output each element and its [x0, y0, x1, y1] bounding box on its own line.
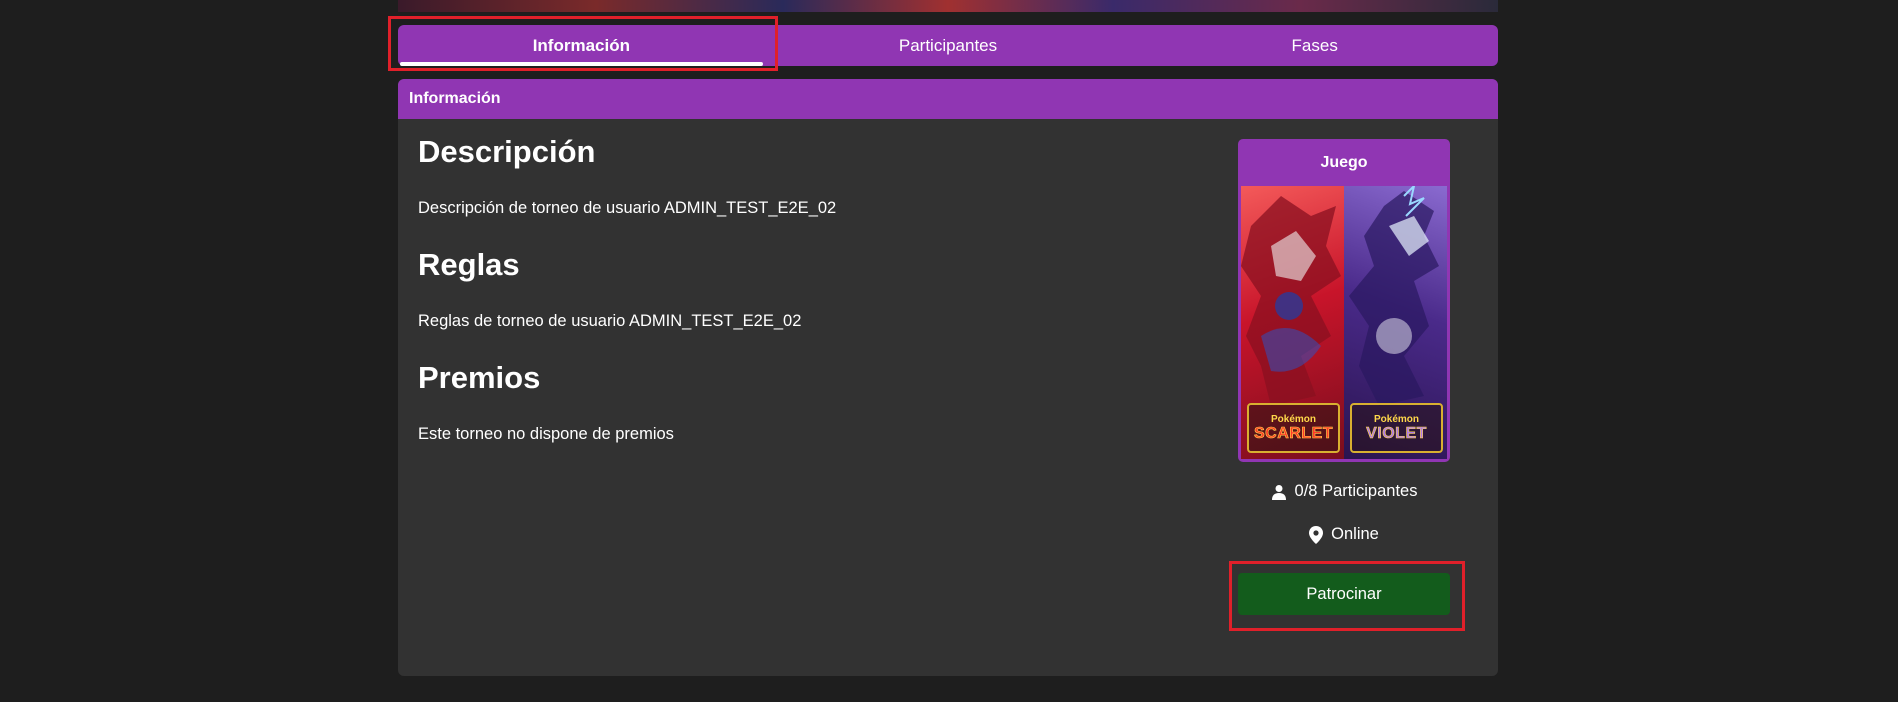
- location-row: Online: [1238, 525, 1450, 544]
- game-card[interactable]: Juego Pokémon SCARLET Pokémon VIOLET: [1238, 139, 1450, 462]
- rules-text: Reglas de torneo de usuario ADMIN_TEST_E…: [418, 312, 802, 330]
- tournament-banner-image: [398, 0, 1498, 12]
- tab-participantes[interactable]: Participantes: [765, 25, 1132, 66]
- prizes-title: Premios: [418, 360, 541, 395]
- location-text: Online: [1331, 525, 1379, 543]
- tab-participantes-label: Participantes: [898, 35, 998, 55]
- panel-header-title: Información: [409, 90, 501, 107]
- cover-violet-half: Pokémon VIOLET: [1344, 186, 1447, 459]
- panel-header: Información: [398, 79, 1498, 119]
- person-icon: [1271, 484, 1286, 500]
- scarlet-logo-title: SCARLET: [1253, 424, 1334, 442]
- violet-logo-title: VIOLET: [1366, 424, 1427, 442]
- game-card-title: Juego: [1320, 153, 1368, 171]
- scarlet-logo: Pokémon SCARLET: [1247, 403, 1340, 453]
- tournament-page: Información Participantes Fases Informac…: [0, 0, 1898, 702]
- rules-title: Reglas: [418, 247, 520, 282]
- cover-scarlet-half: Pokémon SCARLET: [1241, 186, 1344, 459]
- violet-logo-brand: Pokémon: [1373, 413, 1419, 425]
- map-pin-icon: [1309, 525, 1324, 544]
- description-title: Descripción: [418, 134, 596, 169]
- prizes-text: Este torneo no dispone de premios: [418, 425, 674, 443]
- participants-row: 0/8 Participantes: [1238, 482, 1450, 501]
- description-text: Descripción de torneo de usuario ADMIN_T…: [418, 199, 837, 217]
- game-cover-image: Pokémon SCARLET Pokémon VIOLET: [1241, 186, 1447, 459]
- tab-fases[interactable]: Fases: [1131, 25, 1498, 66]
- violet-logo: Pokémon VIOLET: [1350, 403, 1443, 453]
- sponsor-highlight-box: [1229, 561, 1465, 631]
- tab-highlight-box: [388, 16, 778, 71]
- tab-fases-label: Fases: [1291, 35, 1338, 55]
- participants-count: 0/8 Participantes: [1294, 482, 1418, 500]
- scarlet-logo-brand: Pokémon: [1270, 413, 1316, 425]
